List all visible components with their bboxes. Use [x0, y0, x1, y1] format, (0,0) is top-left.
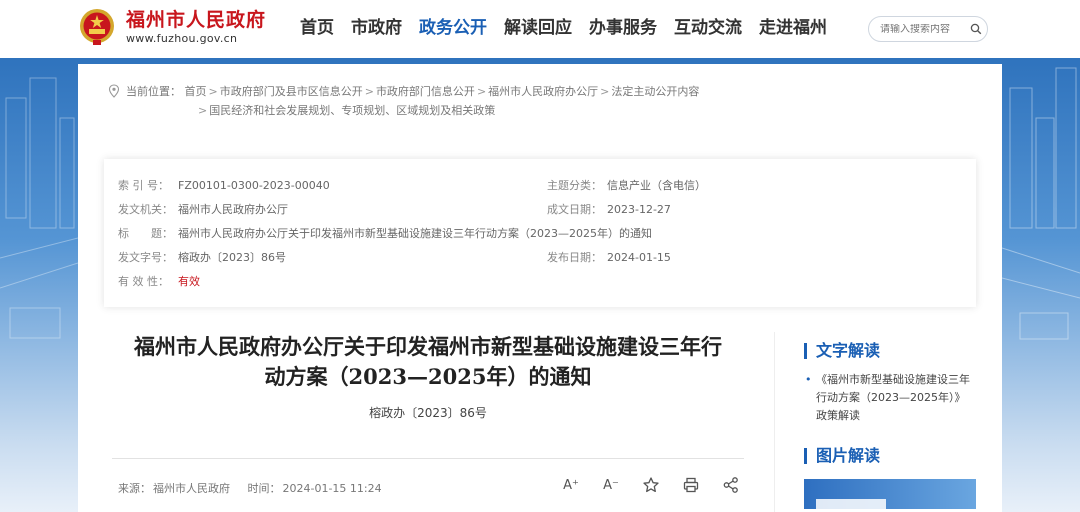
sidebar: 文字解读 《福州市新型基础设施建设三年 行动方案（2023—2025年）》 政策…: [804, 340, 984, 509]
time-value: 2024-01-15 11:24: [282, 482, 382, 495]
sidebar-link-policy-interpretation[interactable]: 《福州市新型基础设施建设三年 行动方案（2023—2025年）》 政策解读: [804, 371, 984, 425]
chevron-right-icon: >: [198, 104, 208, 117]
breadcrumb-statutory-disclosure[interactable]: 法定主动公开内容: [611, 85, 699, 98]
national-emblem-icon: [78, 7, 116, 47]
location-pin-icon: [108, 84, 120, 98]
divider: [112, 458, 744, 459]
breadcrumb-current-category[interactable]: 国民经济和社会发展规划、专项规划、区域规划及相关政策: [209, 104, 495, 117]
site-domain: www.fuzhou.gov.cn: [126, 32, 238, 45]
chevron-right-icon: >: [600, 85, 610, 98]
city-skyline-left: [0, 58, 78, 512]
font-smaller-icon[interactable]: A⁻: [602, 476, 620, 494]
font-larger-icon[interactable]: A⁺: [562, 476, 580, 494]
nav-interaction[interactable]: 互动交流: [674, 16, 742, 40]
nav-interpretation[interactable]: 解读回应: [504, 16, 572, 40]
nav-services[interactable]: 办事服务: [589, 16, 657, 40]
meta-index: 索 引 号： FZ00101-0300-2023-00040: [118, 179, 330, 192]
source-value: 福州市人民政府: [153, 482, 230, 495]
sidebar-heading-text-interpretation: 文字解读: [804, 340, 984, 362]
meta-issuer: 发文机关： 福州市人民政府办公厅: [118, 203, 288, 216]
city-skyline-right: [1002, 58, 1080, 512]
nav-government-affairs[interactable]: 政务公开: [419, 16, 487, 40]
favorite-star-icon[interactable]: [642, 476, 660, 494]
breadcrumb-home[interactable]: 首页: [185, 85, 207, 98]
print-icon[interactable]: [682, 476, 700, 494]
chevron-right-icon: >: [208, 85, 218, 98]
breadcrumb-departments-and-counties[interactable]: 市政府部门及县市区信息公开: [220, 85, 363, 98]
search-box[interactable]: [868, 16, 988, 42]
main-nav: 首页 市政府 政务公开 解读回应 办事服务 互动交流 走进福州: [300, 16, 844, 40]
source-label: 来源：: [118, 482, 151, 495]
nav-about-fuzhou[interactable]: 走进福州: [759, 16, 827, 40]
search-icon[interactable]: [970, 23, 982, 35]
image-interpretation-thumbnail[interactable]: [804, 479, 976, 509]
meta-validity: 有 效 性： 有效: [118, 275, 200, 288]
breadcrumb-general-office[interactable]: 福州市人民政府办公厅: [488, 85, 598, 98]
site-logo[interactable]: 福州市人民政府 www.fuzhou.gov.cn: [78, 7, 266, 47]
site-name: 福州市人民政府: [126, 9, 267, 31]
share-icon[interactable]: [722, 476, 740, 494]
meta-topic: 主题分类： 信息产业（含电信）: [547, 179, 706, 192]
time-label: 时间：: [247, 482, 281, 495]
meta-written-date: 成文日期： 2023-12-27: [547, 203, 671, 216]
article-doc-number: 榕政办〔2023〕86号: [369, 406, 487, 420]
sidebar-heading-image-interpretation: 图片解读: [804, 445, 984, 467]
search-input[interactable]: [880, 23, 964, 35]
meta-publish-date: 发布日期： 2024-01-15: [547, 251, 671, 264]
nav-city-government[interactable]: 市政府: [351, 16, 402, 40]
document-metadata-box: 索 引 号： FZ00101-0300-2023-00040 主题分类： 信息产业（…: [104, 159, 976, 307]
content-panel: 当前位置： 首页 > 市政府部门及县市区信息公开 > 市政府部门信息公开 > 福州市人民政府…: [78, 64, 1002, 512]
breadcrumb-department-info[interactable]: 市政府部门信息公开: [376, 85, 475, 98]
meta-title: 标 题： 福州市人民政府办公厅关于印发福州市新型基础设施建设三年行动方案（2023…: [118, 227, 652, 240]
article-toolbar: A⁺ A⁻: [562, 476, 762, 494]
meta-doc-number: 发文字号： 榕政办〔2023〕86号: [118, 251, 286, 264]
nav-home[interactable]: 首页: [300, 16, 334, 40]
article-source-line: 来源： 福州市人民政府 时间： 2024-01-15 11:24: [118, 480, 384, 496]
column-divider: [774, 332, 775, 512]
validity-status: 有效: [178, 275, 200, 288]
chevron-right-icon: >: [476, 85, 487, 98]
article-title: 福州市人民政府办公厅关于印发福州市新型基础设施建设三年行 动方案（2023—20…: [134, 334, 722, 389]
chevron-right-icon: >: [364, 85, 374, 98]
breadcrumb-prefix: 当前位置：: [126, 85, 181, 98]
site-header: 福州市人民政府 www.fuzhou.gov.cn 首页 市政府 政务公开 解读…: [0, 0, 1080, 58]
